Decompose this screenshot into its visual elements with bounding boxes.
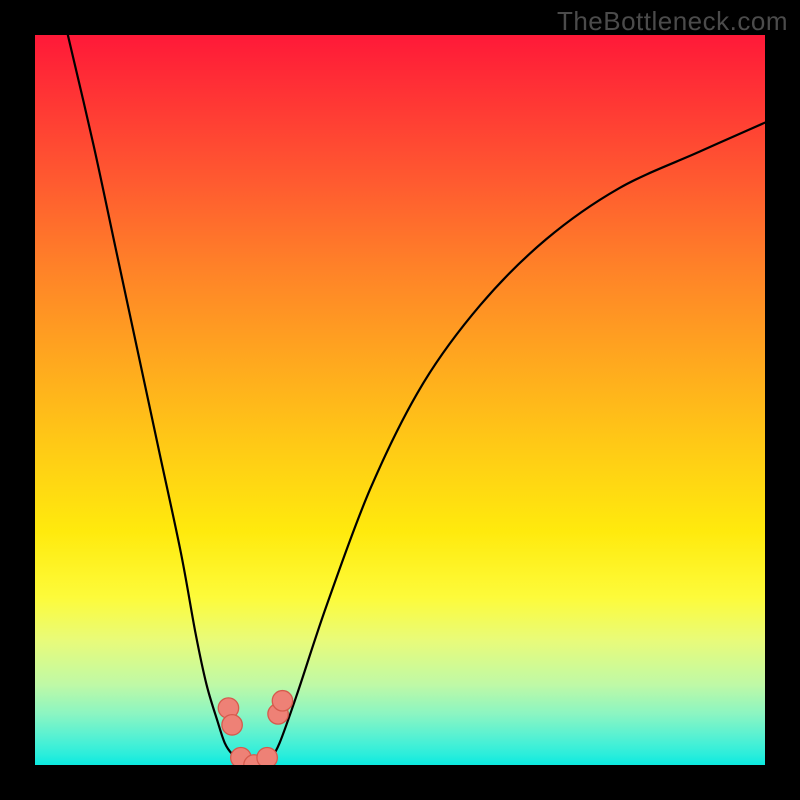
data-marker <box>222 715 242 735</box>
chart-frame: TheBottleneck.com <box>0 0 800 800</box>
curve-right-branch <box>269 123 765 763</box>
curve-layer <box>35 35 765 765</box>
marker-group <box>218 691 292 765</box>
data-marker <box>272 691 292 711</box>
watermark-text: TheBottleneck.com <box>557 6 788 37</box>
data-marker <box>257 747 277 765</box>
curve-left-branch <box>68 35 243 763</box>
